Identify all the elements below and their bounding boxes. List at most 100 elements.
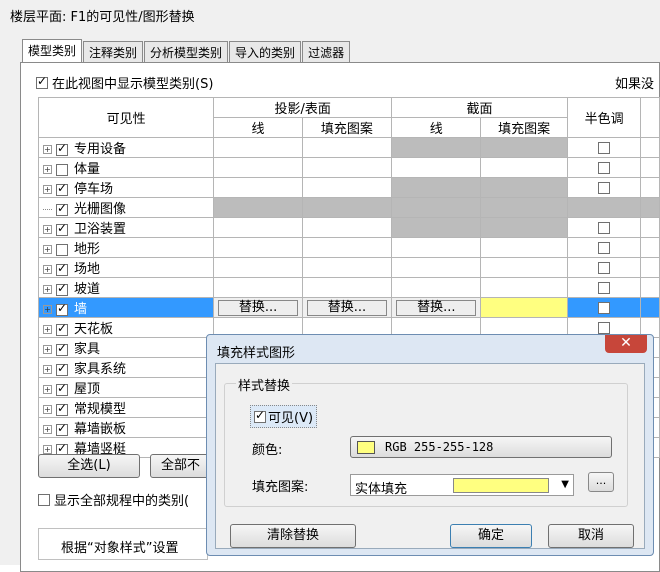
halftone-checkbox[interactable]: [598, 161, 611, 174]
cut-patterns-cell[interactable]: [480, 137, 568, 158]
table-row[interactable]: + 地形: [37, 237, 660, 258]
category-visibility-checkbox[interactable]: [56, 163, 68, 176]
cut-lines-cell[interactable]: [391, 157, 482, 178]
cut-patterns-cell[interactable]: [480, 217, 568, 238]
halftone-cell[interactable]: [566, 257, 642, 278]
expand-icon[interactable]: +: [43, 425, 52, 434]
show-all-disciplines-row[interactable]: 显示全部规程中的类别(: [38, 490, 189, 509]
projection-patterns-cell[interactable]: 替换...: [301, 297, 393, 318]
category-visibility-checkbox[interactable]: [56, 341, 68, 356]
visible-checkbox[interactable]: [254, 408, 266, 423]
table-row[interactable]: + 体量: [37, 157, 660, 178]
cut-patterns-cell[interactable]: [480, 297, 568, 318]
expand-icon[interactable]: +: [43, 385, 52, 394]
override-button[interactable]: 替换...: [396, 299, 477, 316]
expand-icon[interactable]: +: [43, 245, 52, 254]
table-row[interactable]: 光栅图像: [37, 197, 660, 218]
halftone-checkbox[interactable]: [598, 301, 611, 314]
expand-icon[interactable]: +: [43, 325, 52, 334]
table-row[interactable]: + 停车场: [37, 177, 660, 198]
projection-lines-cell[interactable]: [213, 277, 303, 298]
visible-row[interactable]: 可见(V): [250, 405, 318, 428]
cut-lines-cell[interactable]: 替换...: [391, 297, 482, 318]
cut-lines-cell[interactable]: [391, 177, 482, 198]
category-visibility-checkbox[interactable]: [56, 301, 68, 316]
expand-icon[interactable]: +: [43, 285, 52, 294]
halftone-checkbox[interactable]: [598, 221, 611, 234]
halftone-cell[interactable]: [566, 197, 642, 218]
cut-patterns-cell[interactable]: [480, 277, 568, 298]
table-row[interactable]: + 专用设备: [37, 137, 660, 158]
halftone-checkbox[interactable]: [598, 321, 611, 334]
expand-icon[interactable]: +: [43, 305, 52, 314]
expand-icon[interactable]: +: [43, 145, 52, 154]
cancel-button[interactable]: 取消: [548, 524, 634, 548]
halftone-checkbox[interactable]: [598, 281, 611, 294]
category-visibility-checkbox[interactable]: [56, 361, 68, 376]
halftone-checkbox[interactable]: [598, 141, 611, 154]
clear-overrides-button[interactable]: 清除替换: [230, 524, 356, 548]
close-icon[interactable]: ✕: [605, 335, 647, 353]
expand-icon[interactable]: +: [43, 405, 52, 414]
expand-icon[interactable]: +: [43, 165, 52, 174]
cut-lines-cell[interactable]: [391, 217, 482, 238]
halftone-cell[interactable]: [566, 137, 642, 158]
table-row[interactable]: + 卫浴装置: [37, 217, 660, 238]
show-model-categories-checkbox[interactable]: [36, 74, 48, 89]
projection-patterns-cell[interactable]: [301, 277, 393, 298]
projection-patterns-cell[interactable]: [301, 217, 393, 238]
table-row[interactable]: + 坡道: [37, 277, 660, 298]
cut-patterns-cell[interactable]: [480, 157, 568, 178]
tab-model-categories[interactable]: 模型类别: [22, 39, 83, 62]
projection-patterns-cell[interactable]: [301, 197, 393, 218]
tab-analytical-model-categories[interactable]: 分析模型类别: [144, 41, 229, 62]
projection-lines-cell[interactable]: [213, 197, 303, 218]
projection-lines-cell[interactable]: [213, 177, 303, 198]
expand-icon[interactable]: +: [43, 265, 52, 274]
halftone-checkbox[interactable]: [598, 181, 611, 194]
expand-icon[interactable]: +: [43, 365, 52, 374]
halftone-cell[interactable]: [566, 177, 642, 198]
tab-annotation-categories[interactable]: 注释类别: [83, 41, 144, 62]
show-all-disciplines-checkbox[interactable]: [38, 493, 50, 506]
projection-patterns-cell[interactable]: [301, 157, 393, 178]
category-visibility-checkbox[interactable]: [56, 243, 68, 256]
ok-button[interactable]: 确定: [450, 524, 532, 548]
override-button[interactable]: 替换...: [218, 299, 299, 316]
browse-pattern-button[interactable]: ...: [588, 472, 614, 492]
expand-icon[interactable]: +: [43, 445, 52, 454]
projection-lines-cell[interactable]: [213, 237, 303, 258]
select-all-button[interactable]: 全选(L): [38, 454, 140, 478]
category-visibility-checkbox[interactable]: [56, 281, 68, 296]
projection-lines-cell[interactable]: [213, 217, 303, 238]
cut-patterns-cell[interactable]: [480, 197, 568, 218]
cut-patterns-cell[interactable]: [480, 177, 568, 198]
cut-patterns-cell[interactable]: [480, 257, 568, 278]
category-visibility-checkbox[interactable]: [56, 181, 68, 196]
halftone-cell[interactable]: [566, 157, 642, 178]
tab-filters[interactable]: 过滤器: [302, 41, 351, 62]
halftone-checkbox[interactable]: [598, 241, 611, 254]
category-visibility-checkbox[interactable]: [56, 201, 68, 216]
halftone-cell[interactable]: [566, 297, 642, 318]
projection-patterns-cell[interactable]: [301, 257, 393, 278]
category-visibility-checkbox[interactable]: [56, 401, 68, 416]
projection-lines-cell[interactable]: [213, 257, 303, 278]
expand-icon[interactable]: +: [43, 345, 52, 354]
pattern-dropdown[interactable]: 实体填充 ▼: [350, 474, 574, 497]
color-button[interactable]: RGB 255-255-128: [350, 436, 612, 458]
cut-lines-cell[interactable]: [391, 137, 482, 158]
halftone-checkbox[interactable]: [598, 261, 611, 274]
projection-lines-cell[interactable]: 替换...: [213, 297, 303, 318]
projection-lines-cell[interactable]: [213, 157, 303, 178]
table-row[interactable]: + 墙 替换... 替换... 替换...: [37, 297, 660, 318]
table-row[interactable]: + 场地: [37, 257, 660, 278]
expand-icon[interactable]: +: [43, 185, 52, 194]
halftone-cell[interactable]: [566, 277, 642, 298]
projection-patterns-cell[interactable]: [301, 237, 393, 258]
cut-patterns-cell[interactable]: [480, 237, 568, 258]
category-visibility-checkbox[interactable]: [56, 221, 68, 236]
tab-imported-categories[interactable]: 导入的类别: [229, 41, 302, 62]
halftone-cell[interactable]: [566, 217, 642, 238]
category-visibility-checkbox[interactable]: [56, 261, 68, 276]
